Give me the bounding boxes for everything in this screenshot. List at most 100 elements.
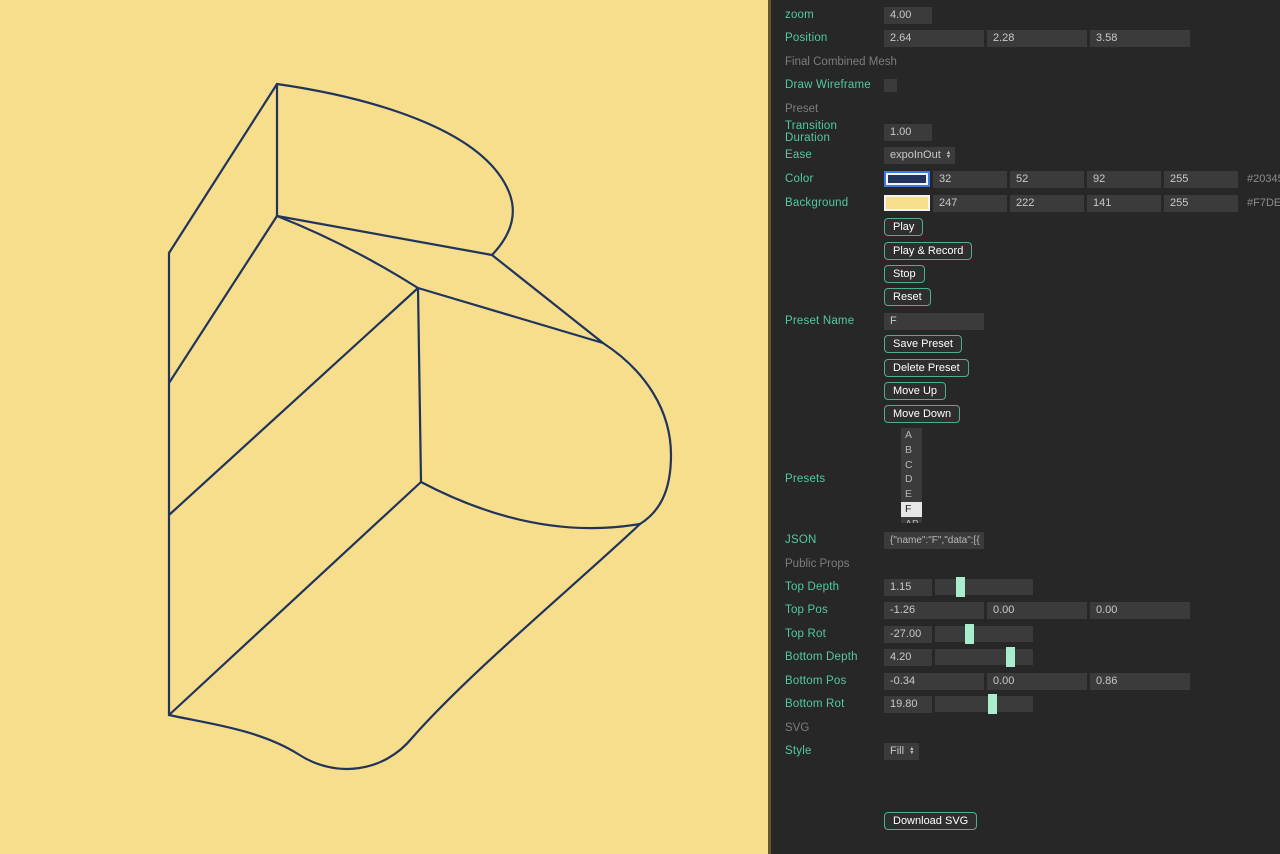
play-button[interactable]: Play — [884, 218, 923, 236]
color-label: Color — [785, 173, 884, 185]
top-depth-slider-thumb[interactable] — [956, 577, 965, 597]
position-y-input[interactable]: 2.28 — [987, 30, 1087, 47]
bottom-rot-slider[interactable] — [935, 696, 1033, 712]
bottom-pos-x-input[interactable]: -0.34 — [884, 673, 984, 690]
move-up-button[interactable]: Move Up — [884, 382, 946, 400]
bottom-depth-label: Bottom Depth — [785, 651, 884, 663]
bottom-pos-y-input[interactable]: 0.00 — [987, 673, 1087, 690]
color-a-input[interactable]: 255 — [1164, 171, 1238, 188]
section-public-props: Public Props — [785, 555, 1274, 573]
json-input[interactable]: {"name":"F","data":[{ — [884, 532, 984, 549]
style-label: Style — [785, 745, 884, 757]
ease-select-value: expoInOut — [890, 147, 941, 164]
top-pos-z-input[interactable]: 0.00 — [1090, 602, 1190, 619]
preset-name-label: Preset Name — [785, 315, 884, 327]
row-preset-name: Preset Name F — [785, 312, 1274, 330]
color-swatch[interactable] — [884, 171, 930, 187]
background-swatch[interactable] — [884, 195, 930, 211]
transition-duration-label: Transition Duration — [785, 120, 884, 144]
color-hex-value: #20345C — [1247, 173, 1280, 185]
transition-duration-input[interactable]: 1.00 — [884, 124, 932, 141]
background-a-input[interactable]: 255 — [1164, 195, 1238, 212]
reset-button[interactable]: Reset — [884, 288, 931, 306]
updown-arrows-icon: ▲▼ — [909, 747, 914, 755]
bottom-depth-input[interactable]: 4.20 — [884, 649, 932, 666]
top-rot-slider-thumb[interactable] — [965, 624, 974, 644]
json-label: JSON — [785, 534, 884, 546]
top-depth-label: Top Depth — [785, 581, 884, 593]
section-final-combined-mesh: Final Combined Mesh — [785, 53, 1274, 71]
edge-junction-p — [418, 288, 603, 343]
preset-name-input[interactable]: F — [884, 313, 984, 330]
preset-option-ab[interactable]: AB — [901, 517, 922, 523]
background-g-input[interactable]: 222 — [1010, 195, 1084, 212]
bottom-rot-slider-thumb[interactable] — [988, 694, 997, 714]
presets-label: Presets — [785, 473, 884, 485]
bottom-rot-input[interactable]: 19.80 — [884, 696, 932, 713]
color-r-input[interactable]: 32 — [933, 171, 1007, 188]
stop-button[interactable]: Stop — [884, 265, 925, 283]
background-hex-value: #F7DE8D — [1247, 197, 1280, 209]
preset-option-b[interactable]: B — [901, 443, 922, 458]
edge-inner-bottomcurve — [421, 482, 640, 528]
move-down-button[interactable]: Move Down — [884, 405, 960, 423]
row-draw-wireframe: Draw Wireframe — [785, 76, 1274, 94]
top-depth-input[interactable]: 1.15 — [884, 579, 932, 596]
draw-wireframe-checkbox[interactable] — [884, 79, 897, 92]
app: zoom 4.00 Position 2.64 2.28 3.58 Final … — [0, 0, 1280, 854]
row-background: Background 247 222 141 255 #F7DE8D — [785, 194, 1274, 212]
row-position: Position 2.64 2.28 3.58 — [785, 29, 1274, 47]
background-b-input[interactable]: 141 — [1087, 195, 1161, 212]
top-rot-input[interactable]: -27.00 — [884, 626, 932, 643]
download-svg-button[interactable]: Download SVG — [884, 812, 977, 830]
letter-canvas[interactable] — [0, 0, 768, 854]
zoom-input[interactable]: 4.00 — [884, 7, 932, 24]
background-label: Background — [785, 197, 884, 209]
bottom-pos-z-input[interactable]: 0.86 — [1090, 673, 1190, 690]
style-select[interactable]: Fill ▲▼ — [884, 743, 919, 760]
bottom-pos-label: Bottom Pos — [785, 675, 884, 687]
color-b-input[interactable]: 92 — [1087, 171, 1161, 188]
ease-select[interactable]: expoInOut ▲▼ — [884, 147, 955, 164]
background-r-input[interactable]: 247 — [933, 195, 1007, 212]
top-pos-y-input[interactable]: 0.00 — [987, 602, 1087, 619]
save-preset-button[interactable]: Save Preset — [884, 335, 962, 353]
preset-option-d[interactable]: D — [901, 472, 922, 487]
preset-option-c[interactable]: C — [901, 458, 922, 473]
position-x-input[interactable]: 2.64 — [884, 30, 984, 47]
bottom-depth-slider[interactable] — [935, 649, 1033, 665]
row-ease: Ease expoInOut ▲▼ — [785, 146, 1274, 164]
section-svg: SVG — [785, 719, 1274, 737]
position-label: Position — [785, 32, 884, 44]
row-color: Color 32 52 92 255 #20345C — [785, 170, 1274, 188]
row-top-pos: Top Pos -1.26 0.00 0.00 — [785, 601, 1274, 619]
edge-mid-leftkink — [169, 216, 277, 383]
delete-preset-button[interactable]: Delete Preset — [884, 359, 969, 377]
row-bottom-depth: Bottom Depth 4.20 — [785, 648, 1274, 666]
color-g-input[interactable]: 52 — [1010, 171, 1084, 188]
top-rot-slider[interactable] — [935, 626, 1033, 642]
row-transition-duration: Transition Duration 1.00 — [785, 123, 1274, 141]
bottom-rot-label: Bottom Rot — [785, 698, 884, 710]
preset-option-a[interactable]: A — [901, 428, 922, 443]
top-pos-label: Top Pos — [785, 604, 884, 616]
play-record-button[interactable]: Play & Record — [884, 242, 972, 260]
position-z-input[interactable]: 3.58 — [1090, 30, 1190, 47]
control-panel: zoom 4.00 Position 2.64 2.28 3.58 Final … — [768, 0, 1280, 854]
top-pos-x-input[interactable]: -1.26 — [884, 602, 984, 619]
top-depth-slider[interactable] — [935, 579, 1033, 595]
top-rot-label: Top Rot — [785, 628, 884, 640]
edge-junction-leftkink2 — [169, 288, 418, 515]
row-bottom-pos: Bottom Pos -0.34 0.00 0.86 — [785, 672, 1274, 690]
edge-mid-cusp — [277, 216, 492, 255]
preset-option-f-selected[interactable]: F — [901, 502, 922, 517]
ease-label: Ease — [785, 149, 884, 161]
row-style: Style Fill ▲▼ — [785, 742, 1274, 760]
preset-option-e[interactable]: E — [901, 487, 922, 502]
style-select-value: Fill — [890, 743, 904, 760]
row-json: JSON {"name":"F","data":[{ — [785, 531, 1274, 549]
row-top-depth: Top Depth 1.15 — [785, 578, 1274, 596]
presets-listbox[interactable]: A B C D E F AB — [901, 428, 922, 523]
updown-arrows-icon: ▲▼ — [946, 151, 951, 159]
bottom-depth-slider-thumb[interactable] — [1006, 647, 1015, 667]
